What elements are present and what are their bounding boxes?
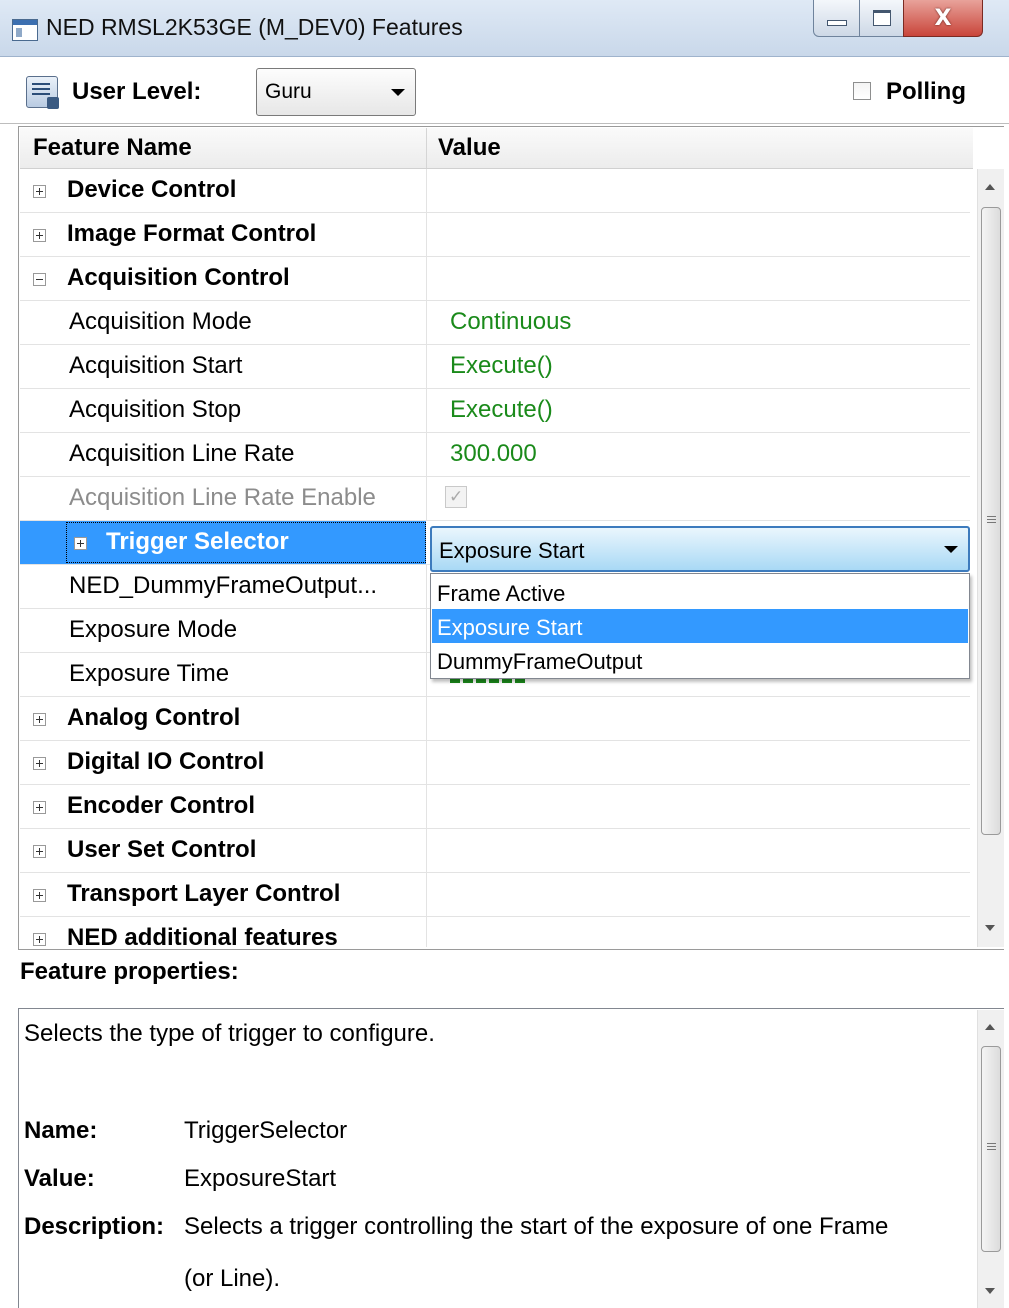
minimize-icon xyxy=(827,20,847,26)
column-divider[interactable] xyxy=(426,128,427,168)
expand-icon[interactable] xyxy=(33,933,46,946)
properties-pane xyxy=(18,1008,1004,1308)
option-exposure-start[interactable]: Exposure Start xyxy=(432,609,968,643)
close-button[interactable]: X xyxy=(903,0,983,37)
window-title: NED RMSL2K53GE (M_DEV0) Features xyxy=(46,14,463,40)
scroll-up-arrow-icon[interactable] xyxy=(985,184,995,190)
feature-name: Encoder Control xyxy=(67,792,256,819)
expand-icon[interactable] xyxy=(33,229,46,242)
maximize-icon xyxy=(873,10,891,26)
expand-icon[interactable] xyxy=(33,889,46,902)
trigger-selector-combobox[interactable]: Exposure Start xyxy=(430,526,970,572)
feature-row[interactable]: Acquisition Line Rate 300.000 xyxy=(20,433,970,477)
name-value: TriggerSelector xyxy=(184,1117,348,1144)
feature-value[interactable]: Execute() xyxy=(450,396,553,424)
grid-scroll-thumb[interactable] xyxy=(981,207,1001,835)
polling-label[interactable]: Polling xyxy=(886,78,966,106)
feature-name: Exposure Mode xyxy=(69,616,238,643)
category-row[interactable]: User Set Control xyxy=(20,829,970,873)
expand-icon[interactable] xyxy=(33,845,46,858)
expand-icon[interactable] xyxy=(33,713,46,726)
feature-name: Acquisition Stop xyxy=(69,396,242,423)
description-label: Description: xyxy=(24,1213,165,1240)
scroll-down-arrow-icon[interactable] xyxy=(985,925,995,931)
feature-value[interactable]: Continuous xyxy=(450,308,571,336)
expand-icon[interactable] xyxy=(33,757,46,770)
feature-value[interactable]: Execute() xyxy=(450,352,553,380)
column-header-feature-name[interactable]: Feature Name xyxy=(33,134,192,162)
value-value: ExposureStart xyxy=(184,1165,337,1192)
feature-name: Image Format Control xyxy=(67,220,317,247)
category-row[interactable]: Encoder Control xyxy=(20,785,970,829)
feature-name: Analog Control xyxy=(67,704,241,731)
feature-row[interactable]: Acquisition Stop Execute() xyxy=(20,389,970,433)
trigger-selector-options: Frame Active Exposure Start DummyFrameOu… xyxy=(430,573,970,679)
grip-icon xyxy=(987,1143,996,1144)
expand-icon[interactable] xyxy=(33,801,46,814)
feature-name: Acquisition Mode xyxy=(69,308,252,335)
option-frame-active[interactable]: Frame Active xyxy=(432,575,968,609)
grip-icon xyxy=(987,516,996,517)
expand-icon[interactable] xyxy=(74,537,87,550)
trigger-selector-current: Exposure Start xyxy=(439,538,585,563)
feature-name: NED additional features xyxy=(67,924,338,947)
column-header-value[interactable]: Value xyxy=(438,134,501,162)
category-row[interactable]: NED additional features xyxy=(20,917,970,947)
window-icon[interactable] xyxy=(12,19,38,41)
feature-row[interactable]: Acquisition Line Rate Enable xyxy=(20,477,970,521)
feature-name: User Set Control xyxy=(67,836,257,863)
feature-name: Acquisition Control xyxy=(67,264,290,291)
properties-scrollbar[interactable] xyxy=(977,1010,1004,1308)
name-label: Name: xyxy=(24,1117,98,1144)
close-icon: X xyxy=(934,5,952,31)
feature-name: Digital IO Control xyxy=(67,748,265,775)
value-label: Value: xyxy=(24,1165,95,1192)
maximize-button[interactable] xyxy=(859,0,905,37)
feature-name: NED_DummyFrameOutput... xyxy=(69,572,378,599)
polling-checkbox[interactable] xyxy=(853,82,871,100)
feature-name: Exposure Time xyxy=(69,660,230,687)
feature-row[interactable]: Acquisition Start Execute() xyxy=(20,345,970,389)
user-level-label: User Level: xyxy=(72,78,202,105)
feature-name: Acquisition Line Rate Enable xyxy=(69,484,376,511)
category-row[interactable]: Acquisition Control xyxy=(20,257,970,301)
description-line-1: Selects a trigger controlling the start … xyxy=(184,1213,889,1240)
expand-icon[interactable] xyxy=(33,185,46,198)
properties-title: Feature properties: xyxy=(20,958,239,985)
category-row[interactable]: Device Control xyxy=(20,169,970,213)
feature-name: Acquisition Line Rate xyxy=(69,440,295,467)
user-level-value: Guru xyxy=(265,80,312,103)
category-row[interactable]: Digital IO Control xyxy=(20,741,970,785)
feature-row[interactable]: Acquisition Mode Continuous xyxy=(20,301,970,345)
option-dummy-frame-output[interactable]: DummyFrameOutput xyxy=(432,643,968,677)
category-row[interactable]: Transport Layer Control xyxy=(20,873,970,917)
feature-name: Trigger Selector xyxy=(106,528,289,555)
feature-list-icon[interactable] xyxy=(26,76,59,109)
feature-name: Transport Layer Control xyxy=(67,880,341,907)
chevron-down-icon xyxy=(391,89,405,96)
properties-scroll-thumb[interactable] xyxy=(981,1046,1001,1252)
description-line-2: (or Line). xyxy=(184,1265,281,1292)
line-rate-enable-checkbox xyxy=(445,486,467,508)
properties-summary: Selects the type of trigger to configure… xyxy=(24,1020,435,1047)
feature-name: Device Control xyxy=(67,176,237,203)
user-level-select[interactable]: Guru xyxy=(256,68,416,116)
grid-header: Feature Name Value xyxy=(20,128,973,169)
scroll-up-arrow-icon[interactable] xyxy=(985,1024,995,1030)
feature-value[interactable]: 300.000 xyxy=(450,440,537,468)
minimize-button[interactable] xyxy=(813,0,861,37)
category-row[interactable]: Image Format Control xyxy=(20,213,970,257)
feature-name: Acquisition Start xyxy=(69,352,243,379)
category-row[interactable]: Analog Control xyxy=(20,697,970,741)
scroll-down-arrow-icon[interactable] xyxy=(985,1288,995,1294)
collapse-icon[interactable] xyxy=(33,273,46,286)
grid-scrollbar[interactable] xyxy=(977,169,1004,947)
chevron-down-icon[interactable] xyxy=(944,546,958,553)
